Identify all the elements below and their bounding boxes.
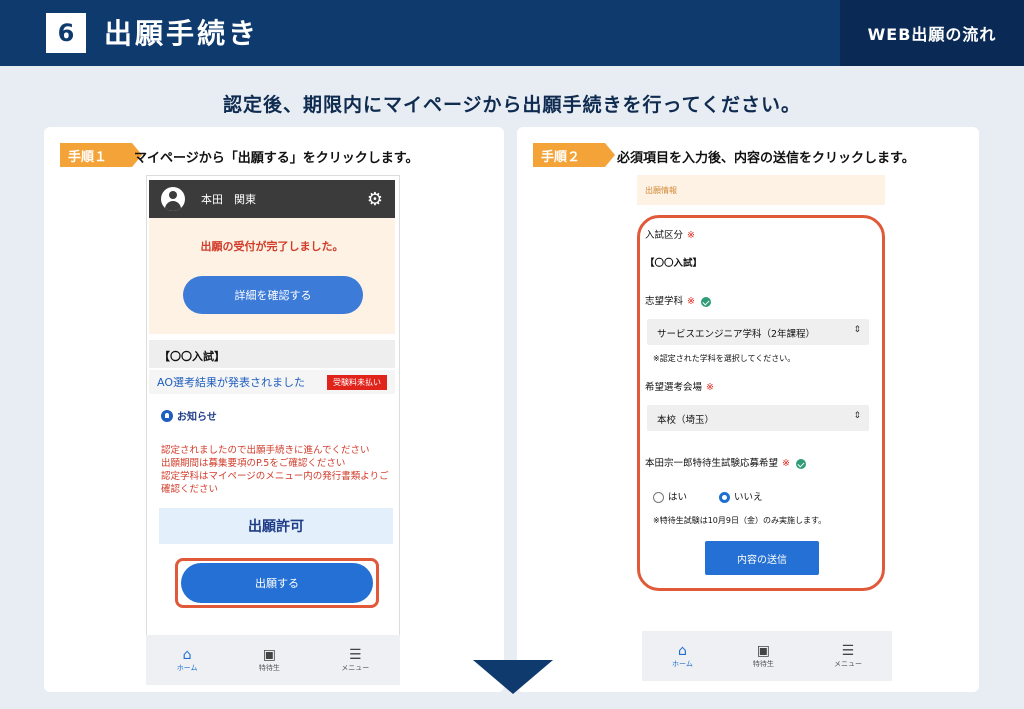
step2-card: 手順２ 必須項目を入力後、内容の送信をクリックします。 出願情報 入試区分 ※ 【… xyxy=(517,127,979,692)
user-bar: 本田 関東 ⚙ xyxy=(149,180,395,218)
radio-icon xyxy=(653,492,664,503)
receipt-panel: 出願の受付が完了しました。 詳細を確認する xyxy=(149,218,395,334)
hamburger-icon: ☰ xyxy=(348,647,362,663)
check-icon xyxy=(795,458,806,469)
gear-icon[interactable]: ⚙ xyxy=(367,189,383,210)
detail-button[interactable]: 詳細を確認する xyxy=(183,276,363,314)
page-subtitle: 認定後、期限内にマイページから出願手続きを行ってください。 xyxy=(222,94,802,116)
notice-line: 出願期間は募集要項のP.5をご確認ください xyxy=(161,458,346,469)
section-header: 出願情報 xyxy=(637,175,885,205)
venue-select[interactable]: 本校（埼玉） ⇕ xyxy=(647,405,869,431)
tab-label: ホーム xyxy=(672,660,693,668)
tab-label: 特待生 xyxy=(258,664,280,672)
home-icon: ⌂ xyxy=(677,643,687,659)
home-icon: ⌂ xyxy=(182,647,192,663)
submit-button[interactable]: 内容の送信 xyxy=(705,541,819,575)
tab-home[interactable]: ⌂ ホーム xyxy=(177,647,198,673)
step1-tag: 手順１ xyxy=(60,143,142,167)
apply-highlight: 出願する xyxy=(175,558,379,608)
required-highlight xyxy=(637,215,885,591)
permit-banner: 出願許可 xyxy=(159,508,393,544)
radio-selected-icon xyxy=(719,492,730,503)
select-arrow-icon: ⇕ xyxy=(853,325,861,335)
ao-result-text: AO選考結果が発表されました xyxy=(157,376,305,389)
exam-type-label: 入試区分 ※ xyxy=(645,230,695,241)
application-form-mock: 出願情報 入試区分 ※ 【〇〇入試】 志望学科 ※ サービスエンジニア学科（2年課程… xyxy=(637,175,887,595)
tab-label: メニュー xyxy=(833,660,862,668)
hamburger-icon: ☰ xyxy=(841,643,855,659)
tab-bar: ⌂ ホーム ▣ 特待生 ☰ メニュー xyxy=(642,631,892,681)
tab-special[interactable]: ▣ 特待生 xyxy=(259,647,280,673)
id-card-icon: ▣ xyxy=(262,647,276,663)
step1-card: 手順１ マイページから「出願する」をクリックします。 本田 関東 ⚙ 出願の受付… xyxy=(44,127,504,692)
tab-label: メニュー xyxy=(341,664,370,672)
page-header: 6 出願手続き WEB出願の流れ xyxy=(0,0,1024,66)
unpaid-badge: 受験料未払い xyxy=(327,374,387,390)
ao-result-bar: AO選考結果が発表されました 受験料未払い xyxy=(149,370,395,394)
notice-heading: お知らせ xyxy=(161,408,217,423)
exam-type-value: 【〇〇入試】 xyxy=(645,258,703,269)
id-card-icon: ▣ xyxy=(756,643,770,659)
flow-label: WEB出願の流れ xyxy=(840,0,1024,66)
dept-label: 志望学科 ※ xyxy=(645,293,711,307)
step1-instruction: マイページから「出願する」をクリックします。 xyxy=(134,151,419,166)
apply-button[interactable]: 出願する xyxy=(181,563,373,603)
step2-instruction: 必須項目を入力後、内容の送信をクリックします。 xyxy=(617,151,915,166)
tab-label: 特待生 xyxy=(752,660,774,668)
check-icon xyxy=(700,296,711,307)
avatar xyxy=(161,187,185,211)
tab-bar: ⌂ ホーム ▣ 特待生 ☰ メニュー xyxy=(146,635,400,685)
dept-select[interactable]: サービスエンジニア学科（2年課程） ⇕ xyxy=(647,319,869,345)
user-name: 本田 関東 xyxy=(201,193,256,206)
tab-menu[interactable]: ☰ メニュー xyxy=(341,647,369,673)
page-title: 出願手続き xyxy=(104,17,260,50)
bell-icon xyxy=(161,409,173,422)
radio-yes[interactable]: はい xyxy=(653,489,687,503)
notice-line: 認定されましたので出願手続きに進んでください xyxy=(161,445,370,456)
down-arrow-icon xyxy=(473,660,553,694)
scholarship-note: ※特待生試験は10月9日（金）のみ実施します。 xyxy=(653,516,827,525)
select-arrow-icon: ⇕ xyxy=(853,411,861,421)
notice-line: 認定学科はマイページのメニュー内の発行書類よりご確認ください xyxy=(161,471,389,495)
notice-label: お知らせ xyxy=(177,412,217,423)
notice-message: 認定されましたので出願手続きに進んでください 出願期間は募集要項のP.5をご確認… xyxy=(161,444,393,496)
step-number-badge: 6 xyxy=(46,13,86,53)
dept-note: ※認定された学科を選択してください。 xyxy=(653,354,796,363)
venue-label: 希望選考会場 ※ xyxy=(645,382,714,393)
tab-label: ホーム xyxy=(176,664,198,672)
tab-menu[interactable]: ☰ メニュー xyxy=(834,643,862,669)
scholarship-label: 本田宗一郎特待生試験応募希望 ※ xyxy=(645,455,806,469)
radio-no[interactable]: いいえ xyxy=(719,489,763,503)
tab-special[interactable]: ▣ 特待生 xyxy=(753,643,774,669)
mypage-mock: 本田 関東 ⚙ 出願の受付が完了しました。 詳細を確認する 【〇〇入試】 AO選… xyxy=(146,175,400,685)
tab-home[interactable]: ⌂ ホーム xyxy=(672,643,693,669)
receipt-done-text: 出願の受付が完了しました。 xyxy=(200,240,344,253)
step2-tag: 手順２ xyxy=(533,143,615,167)
exam-name: 【〇〇入試】 xyxy=(149,340,395,368)
